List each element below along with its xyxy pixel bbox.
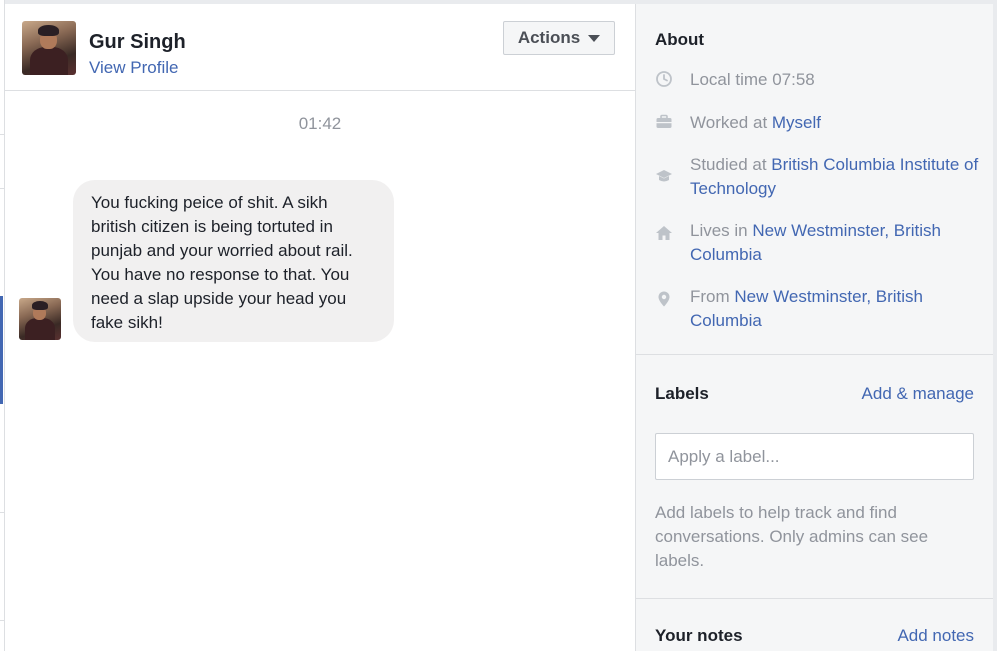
view-profile-link[interactable]: View Profile bbox=[89, 58, 178, 78]
active-conversation-indicator bbox=[0, 296, 3, 404]
avatar[interactable] bbox=[22, 21, 76, 75]
local-time-text: Local time 07:58 bbox=[690, 70, 815, 89]
message-avatar[interactable] bbox=[19, 298, 61, 340]
clock-icon bbox=[656, 71, 672, 87]
home-icon bbox=[656, 226, 672, 240]
apply-label-input[interactable] bbox=[655, 433, 974, 480]
message-bubble[interactable]: You fucking peice of shit. A sikh britis… bbox=[73, 180, 394, 342]
from-prefix: From bbox=[690, 287, 735, 306]
graduation-cap-icon bbox=[656, 170, 672, 182]
labels-title: Labels bbox=[655, 384, 709, 403]
conversation-pane: Gur Singh View Profile Actions 01:42 You… bbox=[5, 4, 635, 651]
list-divider bbox=[0, 620, 4, 621]
list-divider bbox=[0, 188, 4, 189]
labels-help-text: Add labels to help track and find conver… bbox=[655, 503, 929, 570]
worked-link[interactable]: Myself bbox=[772, 113, 821, 132]
location-pin-icon bbox=[658, 291, 670, 307]
list-divider bbox=[0, 512, 4, 513]
add-manage-labels-link[interactable]: Add & manage bbox=[862, 384, 974, 404]
add-notes-link[interactable]: Add notes bbox=[897, 626, 974, 646]
conversation-header: Gur Singh View Profile Actions bbox=[5, 4, 635, 91]
section-divider bbox=[636, 354, 994, 355]
avatar-body bbox=[29, 46, 69, 75]
section-divider bbox=[636, 598, 994, 599]
message-timestamp: 01:42 bbox=[298, 114, 342, 133]
contact-name: Gur Singh bbox=[89, 31, 186, 53]
actions-button[interactable]: Actions bbox=[503, 21, 615, 55]
caret-down-icon bbox=[588, 34, 601, 42]
avatar-turban bbox=[31, 301, 48, 310]
studied-prefix: Studied at bbox=[690, 155, 772, 174]
right-border bbox=[993, 4, 997, 651]
worked-prefix: Worked at bbox=[690, 113, 772, 132]
info-panel: About Local time 07:58 Worked at Myself … bbox=[635, 4, 994, 651]
avatar-turban bbox=[38, 25, 59, 37]
notes-title: Your notes bbox=[655, 626, 743, 645]
lives-prefix: Lives in bbox=[690, 221, 753, 240]
avatar-body bbox=[24, 318, 56, 340]
list-divider bbox=[0, 134, 4, 135]
about-title: About bbox=[655, 30, 705, 49]
actions-button-label: Actions bbox=[517, 28, 581, 47]
briefcase-icon bbox=[656, 114, 672, 128]
